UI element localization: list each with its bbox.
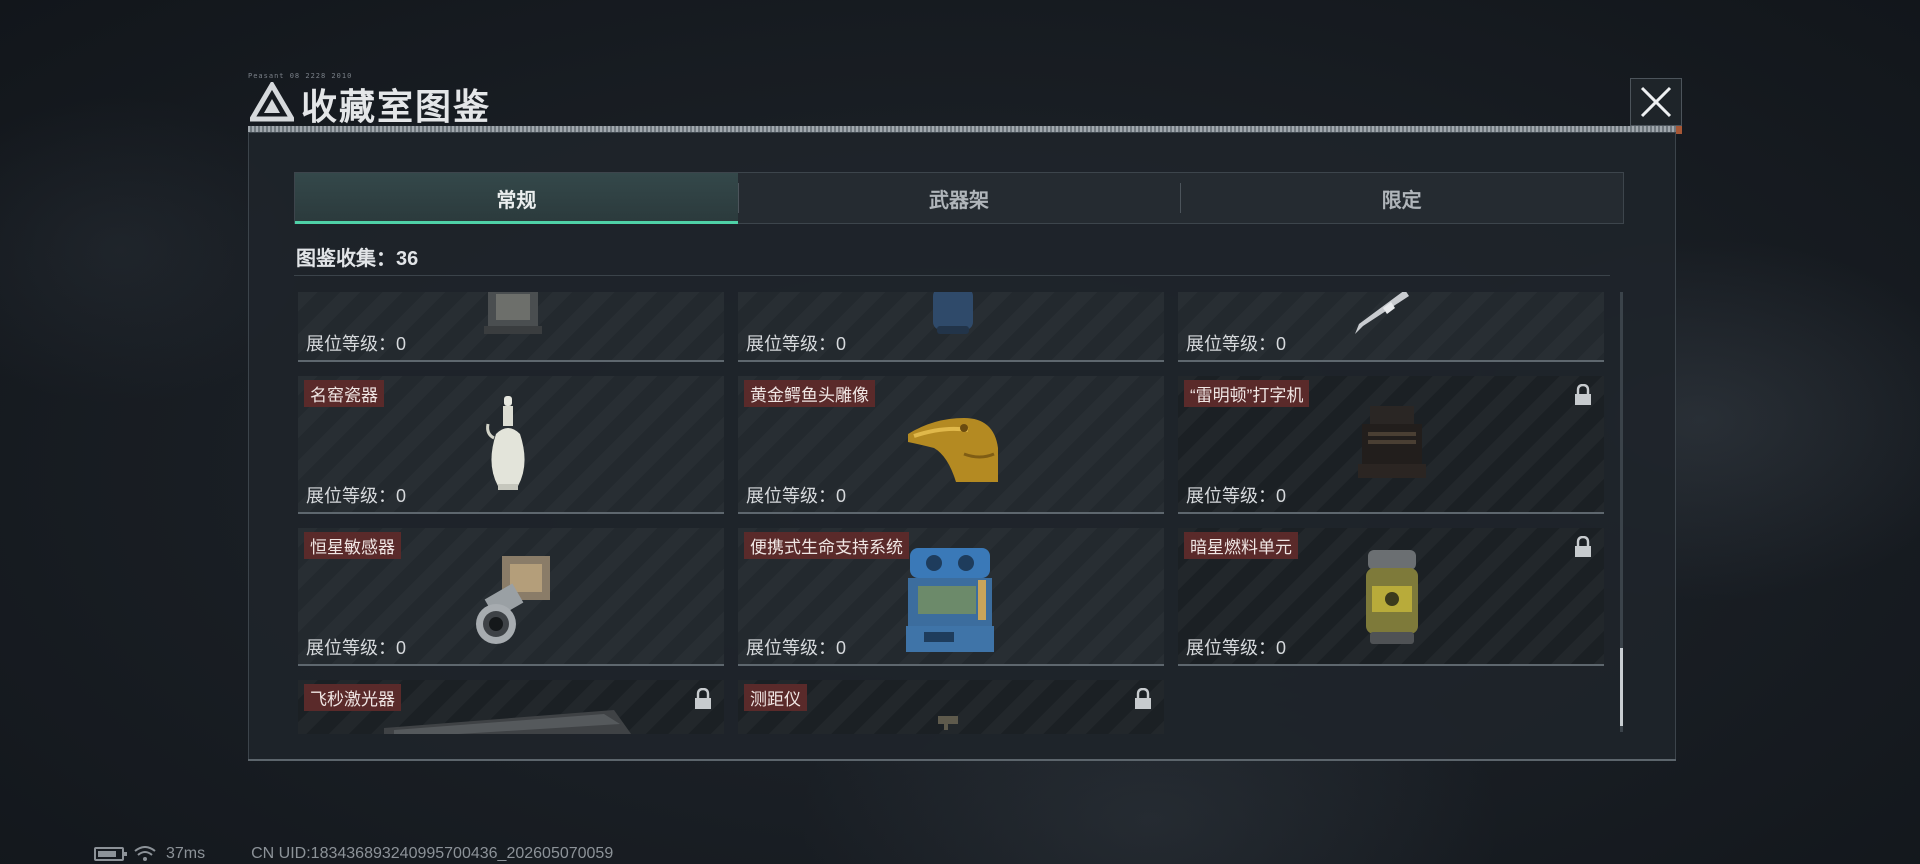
- rangefinder-icon: [938, 716, 958, 730]
- ping-text: 37ms: [166, 845, 206, 862]
- tab-label: 限定: [1381, 189, 1422, 212]
- collection-divider: [294, 275, 1610, 276]
- item-grid: 展位等级：0 展位等级：0 展位等级：0 名窑瓷器 展位等级：0 黄金鳄鱼头雕像: [294, 292, 1614, 734]
- porcelain-vase-icon: [486, 396, 525, 490]
- tab-limited[interactable]: 限定: [1180, 173, 1623, 223]
- wifi-icon: [134, 846, 156, 861]
- item-card[interactable]: 展位等级：0: [1178, 292, 1604, 362]
- item-name: 黄金鳄鱼头雕像: [744, 380, 875, 407]
- booth-level: 展位等级：0: [746, 486, 847, 506]
- life-support-icon: [906, 548, 994, 652]
- booth-level: 展位等级：0: [1186, 334, 1287, 354]
- close-button[interactable]: [1630, 78, 1682, 126]
- star-sensor-icon: [476, 556, 550, 644]
- item-name: 名窑瓷器: [304, 380, 384, 407]
- fuel-cell-icon: [1366, 550, 1418, 644]
- title-bar: Peasant 08 2228 2010 收藏室图鉴: [245, 72, 1685, 132]
- scrollbar-thumb[interactable]: [1620, 648, 1623, 726]
- item-card[interactable]: 名窑瓷器 展位等级：0: [298, 376, 724, 514]
- lock-icon: [1575, 384, 1591, 405]
- typewriter-icon: [1358, 406, 1426, 478]
- booth-level: 展位等级：0: [746, 638, 847, 658]
- item-name: 恒星敏感器: [304, 532, 401, 559]
- collection-count: 图鉴收集：36: [296, 248, 419, 270]
- item-card[interactable]: 飞秒激光器: [298, 680, 724, 734]
- battery-icon: [94, 847, 127, 861]
- item-card[interactable]: 展位等级：0: [738, 292, 1164, 362]
- lock-icon: [1135, 688, 1151, 709]
- item-card[interactable]: 展位等级：0: [298, 292, 724, 362]
- golden-crocodile-icon: [908, 418, 998, 482]
- tab-label: 常规: [496, 189, 537, 212]
- tab-regular[interactable]: 常规: [295, 173, 738, 224]
- item-card[interactable]: 便携式生命支持系统 展位等级：0: [738, 528, 1164, 666]
- item-card[interactable]: “雷明顿”打字机 展位等级：0: [1178, 376, 1604, 514]
- lantern-icon: [484, 292, 542, 334]
- tab-bar: 常规 武器架 限定: [294, 172, 1624, 224]
- triangle-logo-icon: [250, 82, 294, 122]
- item-card[interactable]: 恒星敏感器 展位等级：0: [298, 528, 724, 666]
- status-bar: 37ms CN UID:183436893240995700436_202605…: [94, 845, 613, 863]
- booth-level: 展位等级：0: [1186, 486, 1287, 506]
- item-name: 暗星燃料单元: [1184, 532, 1298, 559]
- uid-text: CN UID:183436893240995700436_20260507005…: [251, 845, 614, 862]
- item-card[interactable]: 黄金鳄鱼头雕像 展位等级：0: [738, 376, 1164, 514]
- item-name: 便携式生命支持系统: [744, 532, 909, 559]
- close-icon: [1640, 86, 1672, 118]
- booth-level: 展位等级：0: [746, 334, 847, 354]
- tab-weapon-rack[interactable]: 武器架: [737, 173, 1181, 223]
- item-name: “雷明顿”打字机: [1184, 380, 1310, 407]
- booth-level: 展位等级：0: [306, 638, 407, 658]
- booth-level: 展位等级：0: [306, 486, 407, 506]
- page-title: 收藏室图鉴: [301, 87, 492, 128]
- laser-icon: [384, 710, 632, 734]
- lock-icon: [1575, 536, 1591, 557]
- booth-level: 展位等级：0: [306, 334, 407, 354]
- lock-icon: [695, 688, 711, 709]
- item-card[interactable]: 暗星燃料单元 展位等级：0: [1178, 528, 1604, 666]
- pen-nib-icon: [1355, 292, 1409, 334]
- booth-level: 展位等级：0: [1186, 638, 1287, 658]
- item-card[interactable]: 测距仪: [738, 680, 1164, 734]
- panel-bottom-edge: [248, 759, 1676, 761]
- tab-label: 武器架: [929, 189, 989, 212]
- item-name: 测距仪: [744, 684, 807, 711]
- canister-icon: [933, 292, 973, 334]
